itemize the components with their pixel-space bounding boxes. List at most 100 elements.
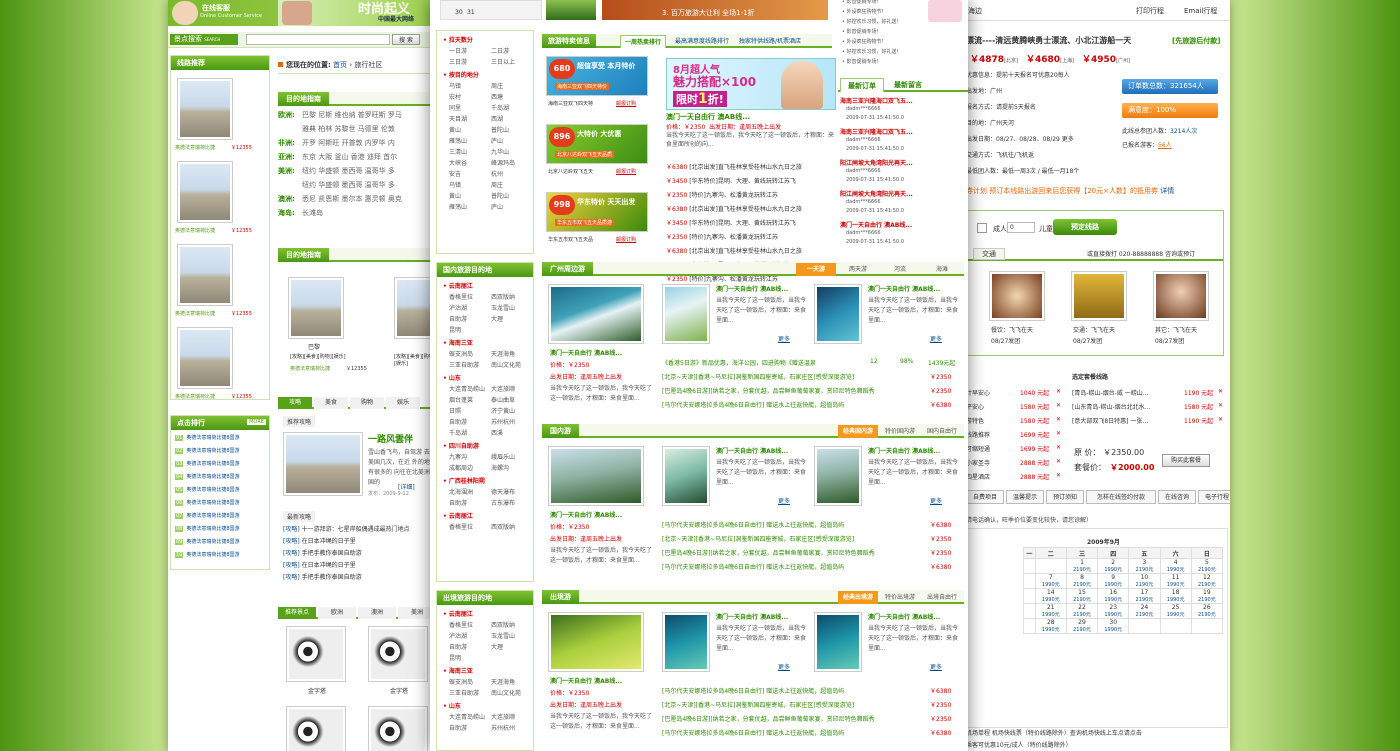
section-list-item[interactable]: [马尔代夫安娜塔拉多岛4晚6日自由行] 赠送水上往返快艇，超值岛屿 xyxy=(662,728,912,737)
ranking-item[interactable]: 10 奥德法意瑞荷比捷8国游 xyxy=(175,551,269,558)
top-banner-ad[interactable]: 3. 百万旅游大让利 全场1-1折 xyxy=(602,0,828,20)
hot-list-item[interactable]: ￥3450 [华东特价]昆明、大理、黄线玩转江苏飞 xyxy=(666,176,836,185)
hot-list-item[interactable]: ￥2350 [特价]九寨沟、松潘黄龙玩转江苏 xyxy=(666,190,836,199)
spot-tab[interactable]: 推荐景点 xyxy=(278,607,316,619)
ranking-more[interactable]: MORE xyxy=(247,419,266,425)
hot-tab[interactable]: 独家特供线路/机票酒店 xyxy=(738,35,802,48)
hot-list-item[interactable]: ￥6380 [北京出发]直飞桂林享受桂林山水九日之旅 xyxy=(666,162,836,171)
section-list-item[interactable]: [马尔代夫安娜塔拉多岛4晚6日自由行] 赠送水上往返快艇，超值岛屿 xyxy=(662,400,912,409)
order-title[interactable]: 阳江闸坡大角湾阳光再天... xyxy=(840,189,968,198)
card2-title[interactable]: 澳门一天自由行 澳AB线... xyxy=(716,446,808,455)
section-list-item[interactable]: [北京~天津][香港~马尼拉]洞鉴新国四座寄城，石家庄区[感受深度游览] xyxy=(662,700,912,709)
dest-item[interactable]: 三亚自助游 xyxy=(449,688,479,697)
dest-item[interactable]: 大理 xyxy=(491,314,503,323)
dest-item[interactable]: 大连青岛崂山 xyxy=(449,384,485,393)
cal-cell[interactable]: 29 2190元 xyxy=(1065,618,1099,634)
dest-items[interactable]: 长滩岛 xyxy=(302,209,323,217)
dest-group-head[interactable]: • 云南丽江 xyxy=(443,281,473,290)
section-tab[interactable]: 国内自由行 xyxy=(922,425,962,438)
detail-tab[interactable]: 预订须知 xyxy=(1046,490,1084,504)
section-tab[interactable]: 河流 xyxy=(880,263,920,276)
dest-item[interactable]: 苏州杭州 xyxy=(491,417,515,426)
hero-banner[interactable]: 8月超人气 魅力搭配×100 限时1折! xyxy=(666,58,836,110)
dest-item[interactable]: 西双版纳 xyxy=(491,292,515,301)
spot-thumb[interactable] xyxy=(368,706,428,751)
facility-thumb[interactable] xyxy=(989,271,1045,321)
paris-tags[interactable]: [攻略][美食][购物][娱乐] xyxy=(290,353,346,360)
dest-item[interactable]: 玉龙雪山 xyxy=(491,631,515,640)
dest-item[interactable]: 三清山 xyxy=(449,147,467,156)
dest-item[interactable]: 峰源玛岛 xyxy=(491,158,515,167)
order-title[interactable]: 阳江闸坡大角湾阳光再天... xyxy=(840,158,968,167)
dest-items[interactable]: 巴黎 尼斯 维也纳 普罗旺斯 罗马 xyxy=(302,111,402,119)
dest-item[interactable]: 自助游 xyxy=(449,417,467,426)
card-thumb[interactable] xyxy=(662,446,710,506)
section-list-item[interactable]: [巴厘岛4晚6日游][纳若之家，分套优越，品尝鲜鱼葡萄家宴，赏印尼特色舞蹈秀 xyxy=(662,714,912,723)
cal-cell[interactable]: 28 1990元 xyxy=(1034,618,1067,634)
dest-item[interactable]: 德天瀑布 xyxy=(491,487,515,496)
remove-icon[interactable]: ✕ xyxy=(1056,416,1061,423)
breadcrumb-home[interactable]: 首页 xyxy=(333,61,347,69)
dest-item[interactable]: 雁荡山 xyxy=(449,202,467,211)
dest-item[interactable]: 乌镇 xyxy=(449,180,461,189)
order-title[interactable]: 海南三亚兴隆海口双飞五... xyxy=(840,127,968,136)
cal-cell[interactable]: 8 2190元 xyxy=(1065,573,1099,589)
promo-list-item[interactable]: • 好控欢乐习惯，好礼送！ xyxy=(842,48,902,55)
route-caption[interactable]: 奥德法意瑞荷比捷 xyxy=(175,393,215,400)
route-thumb[interactable] xyxy=(177,78,233,140)
dest-item[interactable]: 自助游 xyxy=(449,642,467,651)
dest-item[interactable]: 普陀山 xyxy=(491,125,509,134)
card-thumb[interactable] xyxy=(814,284,862,344)
dest-item[interactable]: 西双版纳 xyxy=(491,522,515,531)
remove-icon[interactable]: ✕ xyxy=(1218,402,1223,409)
section-tab[interactable]: 出境自由行 xyxy=(922,591,962,604)
promo-list-item[interactable]: • 好控欢乐习惯，好礼送！ xyxy=(842,18,902,25)
promo-link[interactable]: 邮报订购 xyxy=(616,100,636,107)
book-button[interactable]: 预定线路 xyxy=(1053,219,1117,235)
latest-item[interactable]: [攻略] 手把手教你泰国自助游 xyxy=(283,572,436,581)
cal-cell[interactable]: 15 2190元 xyxy=(1065,588,1099,604)
card-thumb[interactable] xyxy=(662,284,710,344)
hot-list-item[interactable]: ￥3450 [华东特价]昆明、大理、黄线玩转江苏飞 xyxy=(666,218,836,227)
dest-group-head[interactable]: • 云南丽江 xyxy=(443,609,473,618)
detail-tab[interactable]: 在线咨询 xyxy=(1158,490,1196,504)
ranking-item[interactable]: 01 奥德法意瑞荷比捷8国游 xyxy=(175,434,269,441)
section-tab[interactable]: 一天游 xyxy=(796,263,836,276)
dest-items[interactable]: 雅典 柏林 苏黎世 马德里 伦敦 xyxy=(302,125,395,133)
dest-item[interactable]: 古东瀑布 xyxy=(491,498,515,507)
cal-cell[interactable]: 10 2190元 xyxy=(1128,573,1161,589)
dest-group-head[interactable]: • 广西桂林阳朔 xyxy=(443,476,485,485)
card2-more[interactable]: 更多 xyxy=(778,334,790,343)
cal-day-30[interactable]: 30 xyxy=(455,9,463,16)
ranking-item[interactable]: 04 奥德法意瑞荷比捷8国游 xyxy=(175,473,269,480)
dest-item[interactable]: 泸沽湖 xyxy=(449,631,467,640)
card-thumb[interactable] xyxy=(814,446,862,506)
dest-item[interactable]: 香格里拉 xyxy=(449,292,473,301)
cal-cell[interactable]: 1 2190元 xyxy=(1065,558,1099,574)
section-photo[interactable] xyxy=(548,446,644,506)
remove-icon[interactable]: ✕ xyxy=(1056,458,1061,465)
dest-item[interactable]: 周庄 xyxy=(491,180,503,189)
latest-item[interactable]: [攻略] 在日本冲绳的日子里 xyxy=(283,536,436,545)
dest-item[interactable]: 千岛湖 xyxy=(491,103,509,112)
set-item[interactable]: [青岛-崂山-烟台-威 一崂山... xyxy=(1072,388,1184,397)
section-tab[interactable]: 海滩 xyxy=(922,263,962,276)
section-tab[interactable]: 特价出境游 xyxy=(880,591,920,604)
package-left-item[interactable]: 线路推荐 xyxy=(966,430,990,439)
cal-cell[interactable]: 21 1990元 xyxy=(1034,603,1067,619)
card-thumb[interactable] xyxy=(814,612,862,672)
dest-item[interactable]: 海螺沟 xyxy=(491,463,509,472)
hot-list-item[interactable]: ￥6380 [北京出发]直飞桂林享受桂林山水九日之旅 xyxy=(666,246,836,255)
dest-item[interactable]: 大连旅顺 xyxy=(491,384,515,393)
package-left-item[interactable]: 游特色 xyxy=(966,416,984,425)
transport-tab[interactable]: 交通 xyxy=(973,248,1005,260)
dest-item[interactable]: 雁荡山 xyxy=(449,136,467,145)
package-left-item[interactable]: 计早安心 xyxy=(966,388,990,397)
spot-tab[interactable]: 欧洲 xyxy=(318,607,356,619)
dest-item[interactable]: 济宁黄山 xyxy=(491,406,515,415)
online-service[interactable]: 在线客服 xyxy=(202,3,230,13)
card2-title[interactable]: 澳门一天自由行 澳AB线... xyxy=(868,612,960,621)
dest-items[interactable]: 东京 大阪 釜山 香港 迪拜 首尔 xyxy=(302,153,397,161)
dest-item[interactable]: 西溪 xyxy=(491,428,503,437)
promo-link[interactable]: 详情 xyxy=(1160,187,1174,195)
